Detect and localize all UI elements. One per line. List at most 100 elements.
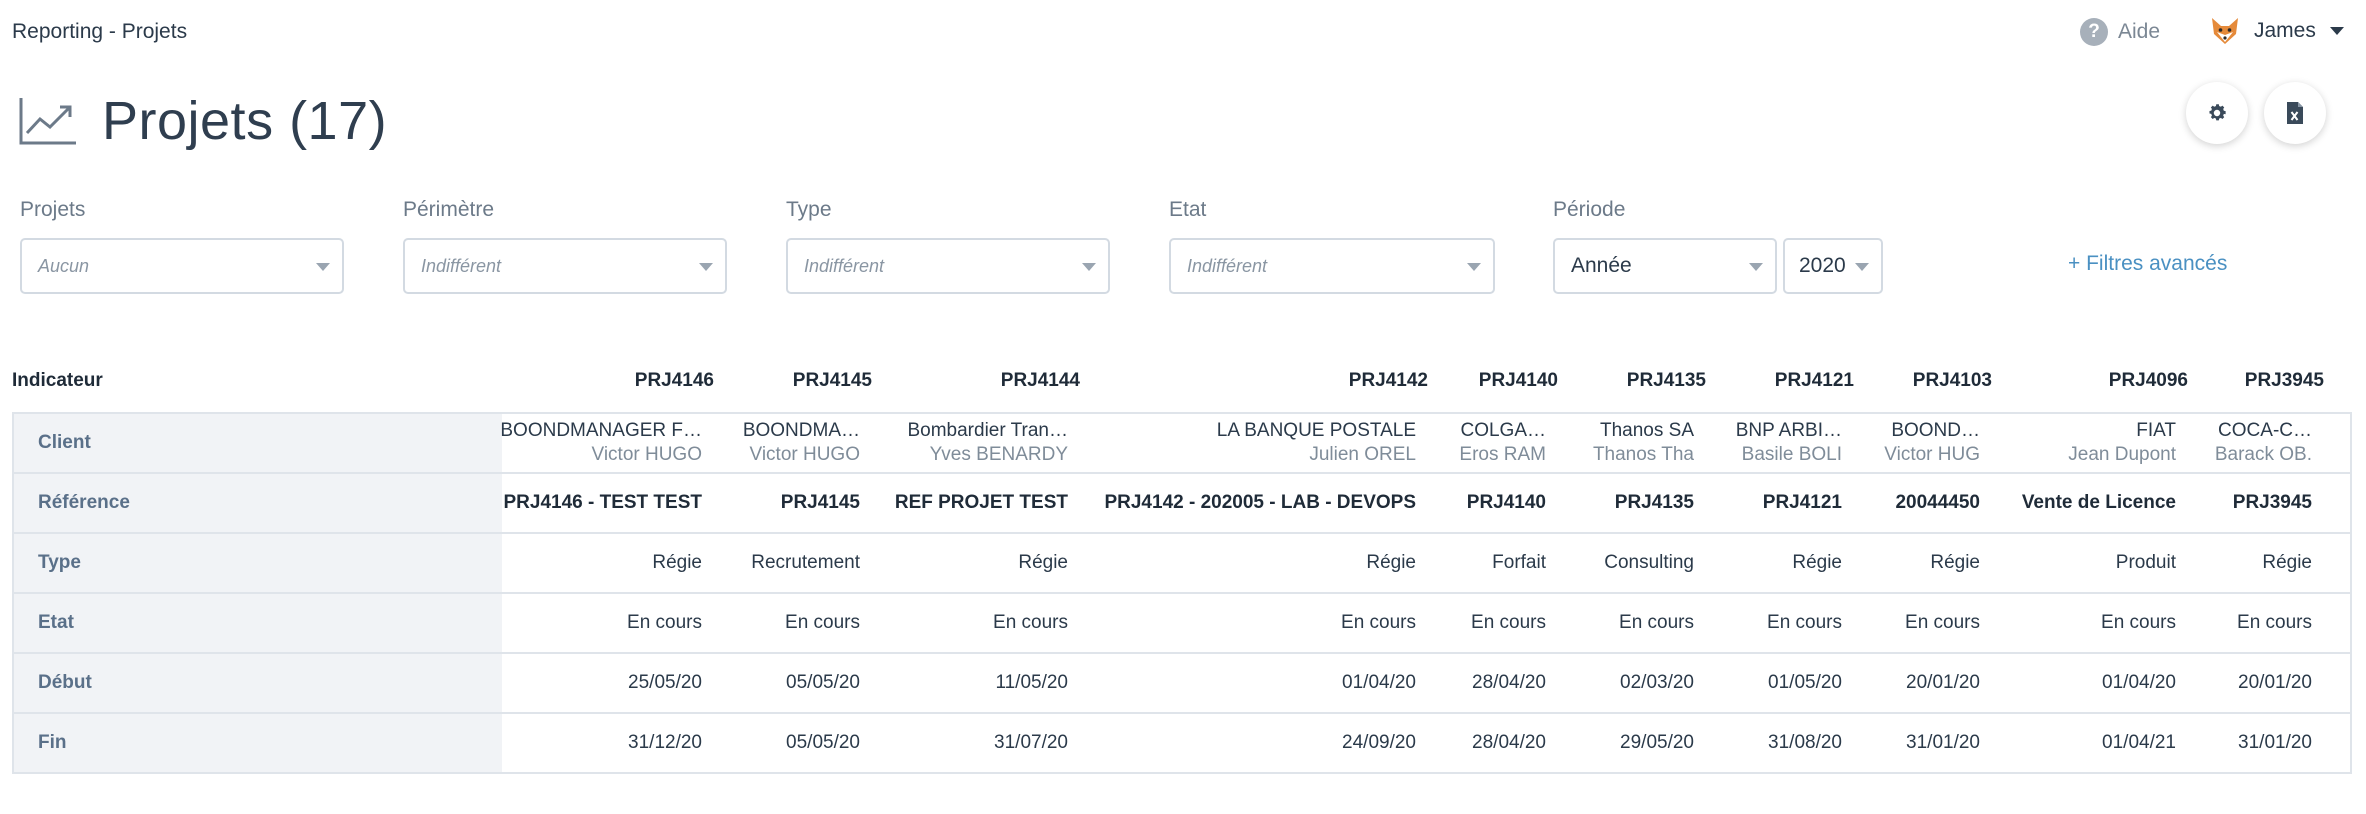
- reference-cell[interactable]: Vente de Licence: [1988, 474, 2176, 532]
- column-header[interactable]: PRJ3945: [2196, 370, 2324, 392]
- column-header[interactable]: PRJ4144: [884, 370, 1080, 392]
- reference-cell[interactable]: PRJ4146 - TEST TEST: [490, 474, 702, 532]
- etat-cell: En cours: [1619, 612, 1694, 633]
- settings-button[interactable]: [2186, 82, 2248, 144]
- client-manager: Eros RAM: [1459, 444, 1546, 465]
- client-cell[interactable]: COCA-C… Barack OB.: [2184, 414, 2312, 472]
- filter-periode: Période Année 2020: [1553, 198, 1883, 294]
- export-excel-button[interactable]: [2264, 82, 2326, 144]
- chevron-down-icon: [316, 263, 330, 271]
- client-name: LA BANQUE POSTALE: [1216, 420, 1416, 441]
- column-header[interactable]: PRJ4103: [1864, 370, 1992, 392]
- filter-etat-label: Etat: [1169, 198, 1207, 221]
- excel-file-icon: [2287, 102, 2303, 124]
- reference-cell[interactable]: 20044450: [1852, 474, 1980, 532]
- type-cell: Régie: [1930, 552, 1980, 573]
- row-label: Début: [14, 654, 502, 712]
- reference-cell[interactable]: REF PROJET TEST: [872, 474, 1068, 532]
- reference-cell[interactable]: PRJ3945: [2184, 474, 2312, 532]
- gear-icon: [2209, 104, 2226, 121]
- type-select-value: Indifférent: [804, 255, 885, 276]
- client-manager: Basile BOLI: [1741, 444, 1842, 465]
- user-menu[interactable]: James: [2208, 14, 2344, 48]
- type-select[interactable]: Indifférent: [786, 238, 1110, 294]
- etat-cell: En cours: [627, 612, 702, 633]
- fin-cell: 28/04/20: [1472, 732, 1546, 753]
- etat-cell: En cours: [2101, 612, 2176, 633]
- column-header[interactable]: PRJ4142: [1098, 370, 1428, 392]
- reference-cell[interactable]: PRJ4140: [1422, 474, 1546, 532]
- reference-cell[interactable]: PRJ4121: [1702, 474, 1842, 532]
- etat-select-value: Indifférent: [1187, 255, 1268, 276]
- column-header[interactable]: PRJ4135: [1566, 370, 1706, 392]
- client-cell[interactable]: Thanos SA Thanos Tha: [1554, 414, 1694, 472]
- column-header[interactable]: PRJ4140: [1434, 370, 1558, 392]
- client-cell[interactable]: BNP ARBI… Basile BOLI: [1702, 414, 1842, 472]
- debut-cell: 25/05/20: [628, 672, 702, 693]
- client-cell[interactable]: Bombardier Tran… Yves BENARDY: [872, 414, 1068, 472]
- help-link[interactable]: ? Aide: [2080, 18, 2160, 46]
- client-manager: Victor HUGO: [749, 444, 860, 465]
- trending-up-icon: [18, 95, 78, 147]
- debut-cell: 28/04/20: [1472, 672, 1546, 693]
- client-cell[interactable]: LA BANQUE POSTALE Julien OREL: [1086, 414, 1416, 472]
- client-cell[interactable]: BOOND… Victor HUG: [1852, 414, 1980, 472]
- help-label: Aide: [2118, 20, 2161, 43]
- row-label: Etat: [14, 594, 502, 652]
- chevron-down-icon: [1082, 263, 1096, 271]
- row-label: Référence: [14, 474, 502, 532]
- client-name: BOONDMANAGER F…: [500, 420, 702, 441]
- projets-select[interactable]: Aucun: [20, 238, 344, 294]
- reference-cell[interactable]: PRJ4135: [1554, 474, 1694, 532]
- fin-cell: 31/08/20: [1768, 732, 1842, 753]
- client-cell[interactable]: FIAT Jean Dupont: [1988, 414, 2176, 472]
- table-row-etat: Etat En cours En cours En cours En cours En c…: [14, 594, 2350, 654]
- advanced-filters-link[interactable]: + Filtres avancés: [2068, 252, 2227, 276]
- client-name: BNP ARBI…: [1735, 420, 1842, 441]
- fox-avatar-icon: [2208, 14, 2242, 48]
- year-select[interactable]: 2020: [1783, 238, 1883, 294]
- client-cell[interactable]: BOONDMANAGER F… Victor HUGO: [490, 414, 702, 472]
- fin-cell: 31/01/20: [2238, 732, 2312, 753]
- column-header[interactable]: PRJ4145: [722, 370, 872, 392]
- table-row-debut: Début 25/05/20 05/05/20 11/05/20 01/04/20 28/…: [14, 654, 2350, 714]
- perimetre-select[interactable]: Indifférent: [403, 238, 727, 294]
- type-cell: Produit: [2115, 552, 2176, 573]
- table-row-fin: Fin 31/12/20 05/05/20 31/07/20 24/09/20 28/04…: [14, 714, 2350, 774]
- filter-perimetre: Périmètre Indifférent: [403, 198, 727, 294]
- client-cell[interactable]: BOONDMA… Victor HUGO: [710, 414, 860, 472]
- etat-cell: En cours: [1767, 612, 1842, 633]
- row-label: Fin: [14, 714, 502, 772]
- etat-select[interactable]: Indifférent: [1169, 238, 1495, 294]
- filter-projets: Projets Aucun: [20, 198, 344, 294]
- client-cell[interactable]: COLGA… Eros RAM: [1422, 414, 1546, 472]
- filter-projets-label: Projets: [20, 198, 86, 221]
- client-manager: Julien OREL: [1309, 444, 1416, 465]
- reference-cell[interactable]: PRJ4145: [710, 474, 860, 532]
- year-select-value: 2020: [1799, 254, 1846, 277]
- client-manager: Thanos Tha: [1592, 444, 1694, 465]
- periode-select[interactable]: Année: [1553, 238, 1777, 294]
- filter-type-label: Type: [786, 198, 832, 221]
- debut-cell: 11/05/20: [995, 672, 1068, 693]
- etat-cell: En cours: [993, 612, 1068, 633]
- filter-etat: Etat Indifférent: [1169, 198, 1495, 294]
- debut-cell: 01/04/20: [1342, 672, 1416, 693]
- chevron-down-icon: [1749, 263, 1763, 271]
- column-header[interactable]: PRJ4146: [502, 370, 714, 392]
- column-header[interactable]: PRJ4096: [2000, 370, 2188, 392]
- fin-cell: 31/07/20: [994, 732, 1068, 753]
- debut-cell: 02/03/20: [1620, 672, 1694, 693]
- type-cell: Recrutement: [751, 552, 860, 573]
- table-header-row: Indicateur PRJ4146 PRJ4145 PRJ4144 PRJ4142 P…: [12, 360, 2352, 412]
- column-header[interactable]: PRJ4121: [1714, 370, 1854, 392]
- etat-cell: En cours: [2237, 612, 2312, 633]
- table-row-client: Client BOONDMANAGER F… Victor HUGO BOONDMA……: [14, 414, 2350, 474]
- reference-cell[interactable]: PRJ4142 - 202005 - LAB - DEVOPS: [1086, 474, 1416, 532]
- page-header: Projets (17): [18, 90, 387, 152]
- client-name: COCA-C…: [2218, 420, 2312, 441]
- type-cell: Régie: [1366, 552, 1416, 573]
- filter-periode-label: Période: [1553, 198, 1626, 221]
- fin-cell: 31/12/20: [628, 732, 702, 753]
- debut-cell: 20/01/20: [1906, 672, 1980, 693]
